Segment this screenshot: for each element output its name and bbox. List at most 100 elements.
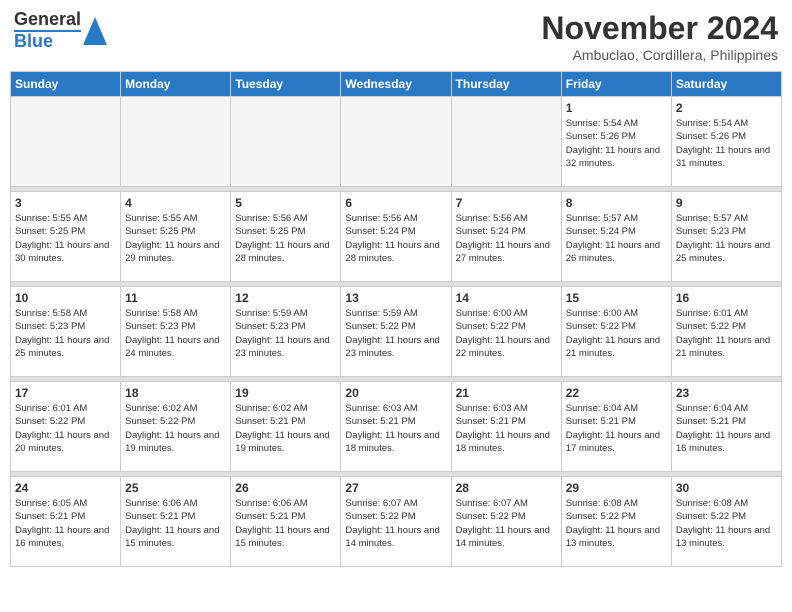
day-header-monday: Monday [121,72,231,97]
calendar-cell: 2 Sunrise: 5:54 AM Sunset: 5:26 PM Daylig… [671,97,781,187]
day-number: 7 [456,196,557,210]
cell-info: Sunrise: 6:04 AM Sunset: 5:21 PM Dayligh… [566,402,667,455]
page-header: General Blue November 2024 Ambuclao, Cor… [10,10,782,63]
calendar-cell: 28 Sunrise: 6:07 AM Sunset: 5:22 PM Dayli… [451,477,561,567]
day-header-saturday: Saturday [671,72,781,97]
calendar-cell: 1 Sunrise: 5:54 AM Sunset: 5:26 PM Daylig… [561,97,671,187]
day-number: 18 [125,386,226,400]
cell-info: Sunrise: 5:54 AM Sunset: 5:26 PM Dayligh… [676,117,777,170]
calendar-cell: 24 Sunrise: 6:05 AM Sunset: 5:21 PM Dayli… [11,477,121,567]
calendar-cell: 3Sunrise: 5:55 AM Sunset: 5:25 PM Daylig… [11,192,121,282]
calendar-cell: 4 Sunrise: 5:55 AM Sunset: 5:25 PM Daylig… [121,192,231,282]
calendar-cell: 15 Sunrise: 6:00 AM Sunset: 5:22 PM Dayli… [561,287,671,377]
title-area: November 2024 Ambuclao, Cordillera, Phil… [541,10,778,63]
cell-info: Sunrise: 6:05 AM Sunset: 5:21 PM Dayligh… [15,497,116,550]
week-row: 24 Sunrise: 6:05 AM Sunset: 5:21 PM Dayli… [11,477,782,567]
calendar-cell: 29 Sunrise: 6:08 AM Sunset: 5:22 PM Dayli… [561,477,671,567]
cell-info: Sunrise: 5:58 AM Sunset: 5:23 PM Dayligh… [15,307,116,360]
calendar-cell [231,97,341,187]
calendar-table: SundayMondayTuesdayWednesdayThursdayFrid… [10,71,782,567]
day-number: 16 [676,291,777,305]
cell-info: Sunrise: 6:01 AM Sunset: 5:22 PM Dayligh… [676,307,777,360]
calendar-cell: 10 Sunrise: 5:58 AM Sunset: 5:23 PM Dayli… [11,287,121,377]
logo-blue-text: Blue [14,31,53,51]
cell-info: Sunrise: 5:54 AM Sunset: 5:26 PM Dayligh… [566,117,667,170]
day-header-tuesday: Tuesday [231,72,341,97]
location: Ambuclao, Cordillera, Philippines [541,47,778,63]
day-number: 21 [456,386,557,400]
day-number: 28 [456,481,557,495]
calendar-cell [11,97,121,187]
calendar-cell: 26 Sunrise: 6:06 AM Sunset: 5:21 PM Dayli… [231,477,341,567]
cell-info: Sunrise: 6:03 AM Sunset: 5:21 PM Dayligh… [345,402,446,455]
cell-info: Sunrise: 5:56 AM Sunset: 5:25 PM Dayligh… [235,212,336,265]
day-number: 13 [345,291,446,305]
day-number: 26 [235,481,336,495]
cell-info: Sunrise: 6:00 AM Sunset: 5:22 PM Dayligh… [566,307,667,360]
cell-info: Sunrise: 6:08 AM Sunset: 5:22 PM Dayligh… [676,497,777,550]
day-number: 25 [125,481,226,495]
day-number: 30 [676,481,777,495]
cell-info: Sunrise: 6:06 AM Sunset: 5:21 PM Dayligh… [235,497,336,550]
week-row: 3Sunrise: 5:55 AM Sunset: 5:25 PM Daylig… [11,192,782,282]
day-number: 20 [345,386,446,400]
day-header-sunday: Sunday [11,72,121,97]
day-number: 10 [15,291,116,305]
logo-general: General [14,10,81,30]
cell-info: Sunrise: 5:55 AM Sunset: 5:25 PM Dayligh… [15,212,116,265]
day-number: 23 [676,386,777,400]
calendar-cell: 17 Sunrise: 6:01 AM Sunset: 5:22 PM Dayli… [11,382,121,472]
calendar-cell: 22 Sunrise: 6:04 AM Sunset: 5:21 PM Dayli… [561,382,671,472]
cell-info: Sunrise: 6:07 AM Sunset: 5:22 PM Dayligh… [456,497,557,550]
cell-info: Sunrise: 5:55 AM Sunset: 5:25 PM Dayligh… [125,212,226,265]
day-header-thursday: Thursday [451,72,561,97]
logo-general-text: General [14,9,81,29]
day-number: 24 [15,481,116,495]
cell-info: Sunrise: 6:02 AM Sunset: 5:21 PM Dayligh… [235,402,336,455]
cell-info: Sunrise: 6:07 AM Sunset: 5:22 PM Dayligh… [345,497,446,550]
calendar-cell: 12 Sunrise: 5:59 AM Sunset: 5:23 PM Dayli… [231,287,341,377]
logo-blue: Blue [14,30,81,52]
week-row: 1 Sunrise: 5:54 AM Sunset: 5:26 PM Daylig… [11,97,782,187]
cell-info: Sunrise: 6:06 AM Sunset: 5:21 PM Dayligh… [125,497,226,550]
day-number: 14 [456,291,557,305]
month-title: November 2024 [541,10,778,47]
logo-triangle-icon [83,17,107,45]
calendar-cell: 23 Sunrise: 6:04 AM Sunset: 5:21 PM Dayli… [671,382,781,472]
calendar-cell: 13Sunrise: 5:59 AM Sunset: 5:22 PM Dayli… [341,287,451,377]
cell-info: Sunrise: 5:59 AM Sunset: 5:23 PM Dayligh… [235,307,336,360]
week-row: 10 Sunrise: 5:58 AM Sunset: 5:23 PM Dayli… [11,287,782,377]
day-number: 1 [566,101,667,115]
day-number: 12 [235,291,336,305]
calendar-cell: 30 Sunrise: 6:08 AM Sunset: 5:22 PM Dayli… [671,477,781,567]
calendar-cell: 19 Sunrise: 6:02 AM Sunset: 5:21 PM Dayli… [231,382,341,472]
day-number: 2 [676,101,777,115]
calendar-cell: 5Sunrise: 5:56 AM Sunset: 5:25 PM Daylig… [231,192,341,282]
day-number: 11 [125,291,226,305]
cell-info: Sunrise: 5:57 AM Sunset: 5:24 PM Dayligh… [566,212,667,265]
calendar-cell: 25 Sunrise: 6:06 AM Sunset: 5:21 PM Dayli… [121,477,231,567]
day-headers-row: SundayMondayTuesdayWednesdayThursdayFrid… [11,72,782,97]
day-number: 4 [125,196,226,210]
day-number: 6 [345,196,446,210]
calendar-cell: 18 Sunrise: 6:02 AM Sunset: 5:22 PM Dayli… [121,382,231,472]
cell-info: Sunrise: 6:00 AM Sunset: 5:22 PM Dayligh… [456,307,557,360]
calendar-cell: 14 Sunrise: 6:00 AM Sunset: 5:22 PM Dayli… [451,287,561,377]
calendar-cell: 8Sunrise: 5:57 AM Sunset: 5:24 PM Daylig… [561,192,671,282]
cell-info: Sunrise: 6:01 AM Sunset: 5:22 PM Dayligh… [15,402,116,455]
calendar-cell [341,97,451,187]
cell-info: Sunrise: 6:02 AM Sunset: 5:22 PM Dayligh… [125,402,226,455]
day-number: 19 [235,386,336,400]
day-number: 29 [566,481,667,495]
day-number: 17 [15,386,116,400]
cell-info: Sunrise: 5:56 AM Sunset: 5:24 PM Dayligh… [345,212,446,265]
cell-info: Sunrise: 6:04 AM Sunset: 5:21 PM Dayligh… [676,402,777,455]
day-number: 15 [566,291,667,305]
calendar-cell: 11Sunrise: 5:58 AM Sunset: 5:23 PM Dayli… [121,287,231,377]
cell-info: Sunrise: 5:57 AM Sunset: 5:23 PM Dayligh… [676,212,777,265]
day-header-wednesday: Wednesday [341,72,451,97]
day-number: 22 [566,386,667,400]
calendar-cell: 9Sunrise: 5:57 AM Sunset: 5:23 PM Daylig… [671,192,781,282]
calendar-cell: 6 Sunrise: 5:56 AM Sunset: 5:24 PM Daylig… [341,192,451,282]
cell-info: Sunrise: 6:08 AM Sunset: 5:22 PM Dayligh… [566,497,667,550]
